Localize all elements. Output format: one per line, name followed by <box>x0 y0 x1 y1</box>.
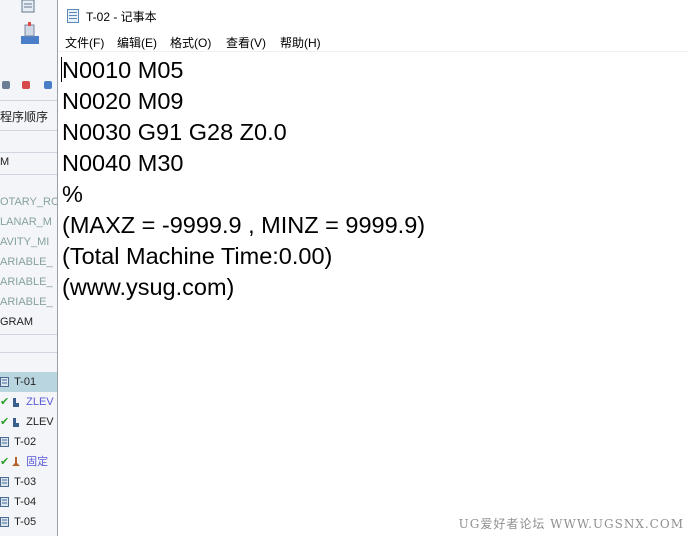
tree-item-program[interactable]: T-05 <box>0 512 57 532</box>
text-line: N0020 M09 <box>62 88 184 114</box>
list-item[interactable]: ARIABLE_ <box>0 292 57 312</box>
operation-icon <box>13 417 20 427</box>
tree-item-program[interactable]: T-01 <box>0 372 57 392</box>
text-line: (www.ysug.com) <box>62 274 235 300</box>
text-line: (Total Machine Time:0.00) <box>62 243 333 269</box>
view-icon[interactable] <box>44 81 52 89</box>
separator <box>0 174 57 175</box>
title-bar[interactable]: T-02 - 记事本 <box>58 0 688 31</box>
notepad-icon[interactable] <box>67 9 79 23</box>
menu-bar: 文件(F) 编辑(E) 格式(O) 查看(V) 帮助(H) <box>58 31 688 51</box>
tree-item-program[interactable]: T-03 <box>0 472 57 492</box>
list-item[interactable]: AVITY_MI <box>0 232 57 252</box>
fixed-axis-operation-icon <box>12 456 21 466</box>
menu-format[interactable]: 格式(O) <box>170 34 211 51</box>
program-icon <box>0 437 9 448</box>
tree-item-program[interactable]: T-04 <box>0 492 57 512</box>
menu-help[interactable]: 帮助(H) <box>280 34 321 51</box>
check-icon: ✔ <box>0 396 10 409</box>
menu-view[interactable]: 查看(V) <box>226 34 266 51</box>
separator <box>0 130 57 131</box>
separator <box>0 100 57 101</box>
text-line: N0040 M30 <box>62 150 184 176</box>
check-icon: ✔ <box>0 416 10 429</box>
text-line: (MAXZ = -9999.9 , MINZ = 9999.9) <box>62 212 426 238</box>
program-icon <box>0 377 9 388</box>
program-icon <box>0 497 9 508</box>
list-item[interactable]: GRAM <box>0 312 57 332</box>
tree-item-operation[interactable]: ✔ 固定 <box>0 452 57 472</box>
tree-item-operation[interactable]: ✔ ZLEV <box>0 412 57 432</box>
separator <box>0 334 57 335</box>
tree-item-operation[interactable]: ✔ ZLEV <box>0 392 57 412</box>
text-editor[interactable]: N0010 M05 N0020 M09 N0030 G91 G28 Z0.0 N… <box>58 51 688 537</box>
list-item[interactable]: M <box>0 152 57 172</box>
program-icon <box>0 517 9 528</box>
program-icon <box>0 477 9 488</box>
menu-edit[interactable]: 编辑(E) <box>117 34 157 51</box>
text-line: N0010 M05 <box>62 57 184 83</box>
text-line: % <box>62 181 83 207</box>
toolbar-machine-icon[interactable] <box>18 22 40 44</box>
tree-item-program[interactable]: T-02 <box>0 432 57 452</box>
list-item[interactable]: LANAR_M <box>0 212 57 232</box>
list-item[interactable]: ARIABLE_ <box>0 252 57 272</box>
background-app-navigator: 程序顺序 M OTARY_RO LANAR_M AVITY_MI ARIABLE… <box>0 0 57 536</box>
window-title: T-02 - 记事本 <box>86 10 157 24</box>
navigator-title: 程序顺序 <box>0 110 49 124</box>
operation-icon <box>13 397 20 407</box>
group-icon[interactable] <box>22 81 30 89</box>
filter-icon[interactable] <box>2 81 10 89</box>
notepad-window: T-02 - 记事本 文件(F) 编辑(E) 格式(O) 查看(V) 帮助(H)… <box>57 0 688 537</box>
text-line: N0030 G91 G28 Z0.0 <box>62 119 287 145</box>
watermark: UG爱好者论坛 WWW.UGSNX.COM <box>458 517 684 531</box>
check-icon: ✔ <box>0 456 10 469</box>
text-lines: N0010 M05 N0020 M09 N0030 G91 G28 Z0.0 N… <box>62 55 425 303</box>
menu-file[interactable]: 文件(F) <box>65 34 104 51</box>
list-item[interactable]: OTARY_RO <box>0 192 57 212</box>
list-item[interactable]: ARIABLE_ <box>0 272 57 292</box>
toolbar-document-icon[interactable] <box>18 0 40 20</box>
toolbar-small-icons <box>0 78 57 94</box>
separator <box>0 352 57 353</box>
